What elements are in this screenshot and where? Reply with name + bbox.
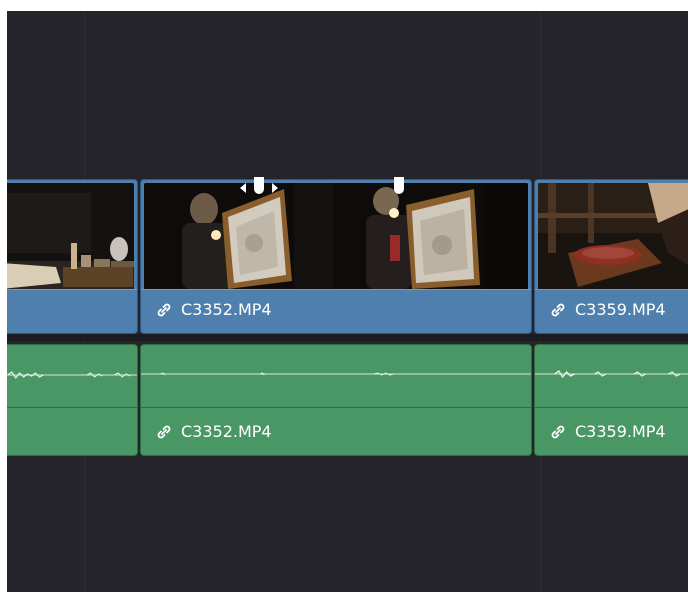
clip-thumbnail <box>538 183 688 289</box>
link-icon <box>549 423 567 441</box>
clip-thumbnail <box>7 183 134 289</box>
clip-divider <box>141 289 531 290</box>
clip-label: C3359.MP4 <box>549 422 666 441</box>
clip-divider <box>141 407 531 408</box>
clip-divider <box>535 407 688 408</box>
audio-waveform <box>141 372 531 376</box>
clip-label: C3352.MP4 <box>155 422 272 441</box>
link-icon <box>155 423 173 441</box>
keyframe-marker-icon[interactable] <box>392 177 406 195</box>
clip-label: C3359.MP4 <box>549 300 666 319</box>
audio-clip-2[interactable]: C3352.MP4 <box>140 344 532 456</box>
clip-thumbnail <box>144 183 528 289</box>
video-clip-3[interactable]: C3359.MP4 <box>534 179 688 334</box>
audio-clip-1[interactable] <box>7 344 138 456</box>
audio-waveform <box>535 369 688 379</box>
clip-name: C3359.MP4 <box>575 422 666 441</box>
clip-divider <box>7 289 137 290</box>
video-clip-2[interactable]: C3352.MP4 <box>140 179 532 334</box>
track-separator <box>7 334 688 341</box>
audio-waveform <box>7 371 137 380</box>
link-icon <box>549 301 567 319</box>
clip-label: C3352.MP4 <box>155 300 272 319</box>
audio-clip-3[interactable]: C3359.MP4 <box>534 344 688 456</box>
timeline-panel: C3352.MP4 C3359.MP4 C3352.MP4 C3359.MP4 <box>7 11 688 592</box>
clip-name: C3352.MP4 <box>181 300 272 319</box>
clip-divider <box>535 289 688 290</box>
video-clip-1[interactable] <box>7 179 138 334</box>
clip-divider <box>7 407 137 408</box>
clip-name: C3359.MP4 <box>575 300 666 319</box>
clip-name: C3352.MP4 <box>181 422 272 441</box>
trim-arrows-icon[interactable] <box>240 182 278 194</box>
link-icon <box>155 301 173 319</box>
